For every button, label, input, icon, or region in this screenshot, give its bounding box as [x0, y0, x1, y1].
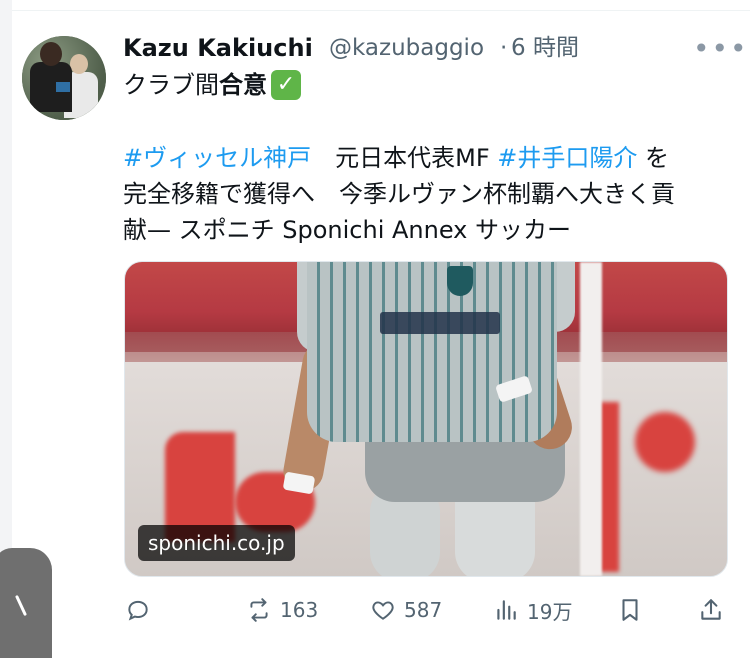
- heart-icon: [372, 601, 394, 620]
- avatar[interactable]: [22, 36, 106, 120]
- meta-separator: ·: [500, 35, 508, 61]
- author-name[interactable]: Kazu Kakiuchi: [123, 33, 313, 63]
- check-mark-emoji-icon: ✓: [271, 70, 301, 100]
- bookmark-button[interactable]: [617, 592, 643, 628]
- bookmark-icon: [622, 599, 638, 621]
- like-count: 587: [404, 598, 443, 622]
- views-button[interactable]: 19万: [493, 592, 572, 628]
- share-icon: [701, 599, 721, 620]
- author-handle[interactable]: @kazubaggio: [329, 33, 484, 63]
- retweet-icon: [250, 598, 268, 622]
- hashtag-vissel-kobe[interactable]: #ヴィッセル神戸: [123, 144, 311, 172]
- like-button[interactable]: 587: [370, 592, 442, 628]
- tweet-text-part-2: を: [645, 144, 670, 172]
- top-divider: [0, 10, 750, 11]
- tweet-text-row-2: 完全移籍で獲得へ 今季ルヴァン杯制覇へ大きく貢: [123, 180, 675, 208]
- tweet-action-bar: 163 587 19万: [0, 592, 750, 632]
- tweet-line-1-bold: 合意: [219, 71, 267, 99]
- views-count: 19万: [527, 599, 573, 624]
- tweet-line-1-plain: クラブ間: [123, 71, 219, 99]
- reply-icon: [128, 600, 148, 621]
- views-icon: [497, 600, 516, 620]
- more-horizontal-icon[interactable]: •••: [693, 34, 749, 64]
- tweet-time[interactable]: 6 時間: [511, 33, 579, 63]
- tweet-text-part-1: 元日本代表MF: [335, 144, 490, 172]
- reply-button[interactable]: [125, 592, 151, 628]
- tweet-body: #ヴィッセル神戸 元日本代表MF #井手口陽介 を 完全移籍で獲得へ 今季ルヴァン…: [123, 140, 733, 248]
- tweet-text-row-3: 献— スポニチ Sponichi Annex サッカー: [123, 216, 572, 244]
- link-source-badge[interactable]: sponichi.co.jp: [138, 525, 295, 561]
- hashtag-ideguchi[interactable]: #井手口陽介: [497, 144, 637, 172]
- tweet-line-1: クラブ間合意 ✓: [123, 70, 301, 100]
- retweet-button[interactable]: 163: [246, 592, 318, 628]
- share-button[interactable]: [698, 592, 724, 628]
- retweet-count: 163: [280, 598, 319, 622]
